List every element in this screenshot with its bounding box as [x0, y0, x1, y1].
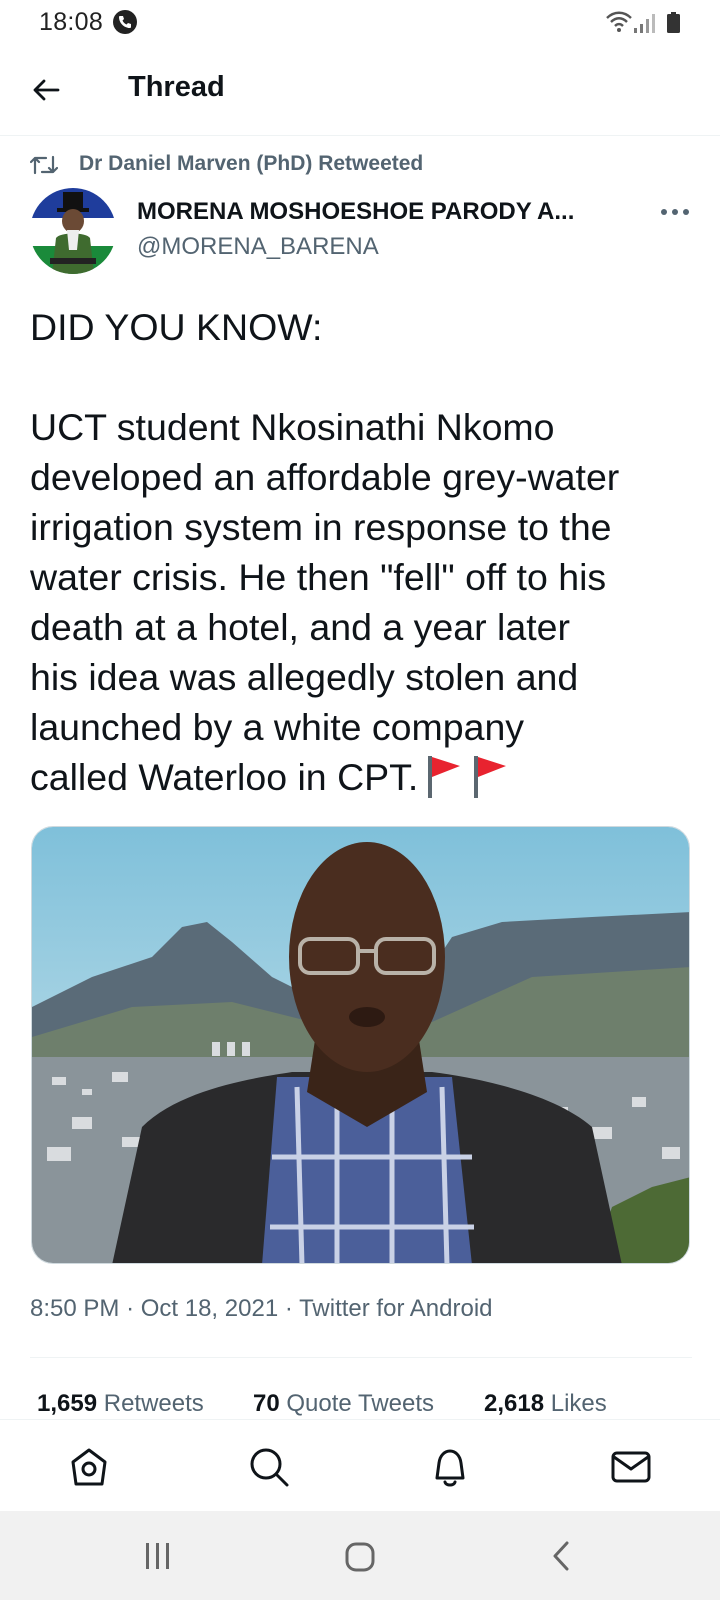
tweet-client[interactable]: Twitter for Android — [299, 1295, 492, 1322]
meta-separator: · — [126, 1295, 135, 1322]
search-icon[interactable] — [248, 1446, 290, 1488]
status-time: 18:08 — [39, 8, 104, 36]
retweets-count: 1,659 — [37, 1390, 98, 1417]
tweet-date: Oct 18, 2021 — [140, 1295, 279, 1322]
tweet-line: UCT student Nkosinathi Nkomo — [30, 406, 555, 448]
red-flag-icon — [474, 756, 507, 798]
home-button-icon[interactable] — [344, 1541, 376, 1573]
recent-apps-icon[interactable] — [143, 1541, 173, 1571]
tweet-image[interactable] — [31, 826, 690, 1264]
tweet-line — [30, 352, 700, 402]
tweet-text: DID YOU KNOW: UCT student Nkosinathi Nko… — [30, 302, 700, 802]
system-navigation-bar — [0, 1511, 720, 1600]
phone-call-icon — [113, 10, 137, 34]
avatar[interactable] — [30, 188, 116, 274]
tweet-line: his idea was allegedly stolen and — [30, 656, 579, 698]
more-options-icon[interactable] — [660, 198, 690, 226]
back-button-icon[interactable] — [551, 1541, 571, 1571]
tweet-line: called Waterloo in CPT. — [30, 756, 419, 798]
likes-count: 2,618 — [484, 1390, 545, 1417]
page-title: Thread — [128, 71, 225, 103]
home-icon[interactable] — [68, 1446, 110, 1488]
retweets-stat[interactable]: 1,659 Retweets — [37, 1390, 204, 1418]
likes-label: Likes — [550, 1390, 607, 1417]
divider — [30, 1357, 692, 1358]
battery-icon — [667, 12, 680, 33]
tweet-meta: 8:50 PM · Oct 18, 2021 · Twitter for And… — [30, 1295, 493, 1323]
messages-icon[interactable] — [610, 1446, 652, 1488]
thread-header: Thread — [0, 44, 720, 136]
red-flag-icon — [428, 756, 461, 798]
tweet-line: irrigation system in response to the — [30, 506, 612, 548]
likes-stat[interactable]: 2,618 Likes — [484, 1390, 607, 1418]
quote-tweets-label: Quote Tweets — [286, 1390, 435, 1417]
quote-tweets-stat[interactable]: 70 Quote Tweets — [253, 1390, 434, 1418]
tweet-line-last: called Waterloo in CPT. — [30, 752, 700, 802]
quote-tweets-count: 70 — [253, 1390, 280, 1417]
tweet-line: developed an affordable grey-water — [30, 456, 620, 498]
retweet-icon — [30, 155, 58, 175]
retweets-label: Retweets — [103, 1390, 204, 1417]
signal-icon — [634, 14, 655, 33]
bottom-tab-bar — [0, 1419, 720, 1511]
author-name[interactable]: MORENA MOSHOESHOE PARODY A... — [137, 198, 574, 226]
tweet-line: DID YOU KNOW: — [30, 306, 323, 348]
tweet-line: water crisis. He then "fell" off to his — [30, 556, 607, 598]
retweeted-by-label: Dr Daniel Marven (PhD) Retweeted — [79, 152, 424, 175]
back-arrow-icon[interactable] — [30, 74, 62, 106]
notifications-icon[interactable] — [429, 1446, 471, 1488]
wifi-icon — [606, 11, 632, 32]
tweet-line: launched by a white company — [30, 706, 525, 748]
author-handle[interactable]: @MORENA_BARENA — [137, 233, 379, 261]
status-bar: 18:08 — [0, 0, 720, 44]
tweet-time: 8:50 PM — [30, 1295, 120, 1322]
tweet-line: death at a hotel, and a year later — [30, 606, 570, 648]
meta-separator: · — [284, 1295, 293, 1322]
